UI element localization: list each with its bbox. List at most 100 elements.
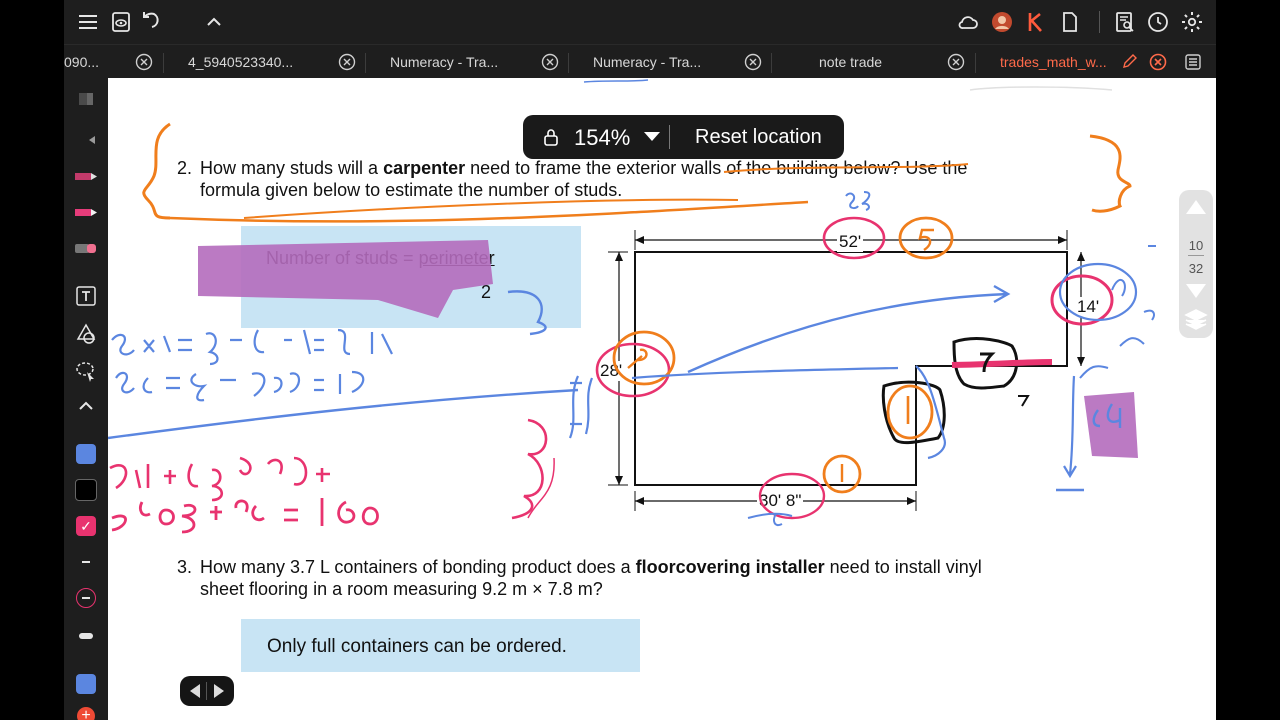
total-pages: 32 [1188,261,1204,276]
close-icon[interactable] [338,53,356,71]
close-icon[interactable] [1149,53,1167,71]
question-3-number: 3. [177,557,193,577]
question-2-line-1: How many studs will a carpenter need to … [200,157,1160,179]
page-down-icon[interactable] [1184,282,1208,300]
formula-text: Number of studs = perimeter [266,248,495,269]
question-3-text-a: How many 3.7 L containers of bonding pro… [200,557,636,577]
gear-icon[interactable] [1180,10,1204,34]
lasso-tool-icon[interactable] [72,358,100,386]
tab-2[interactable]: 4_5940523340... [188,45,293,79]
tab-bar: 090... 4_5940523340... Numeracy - Tra...… [64,44,1216,79]
thick-stroke-icon[interactable] [72,622,100,650]
ink-blue-line [108,388,579,440]
ink-pink-calc-1 [109,456,330,502]
close-icon[interactable] [947,53,965,71]
tab-label: Numeracy - Tra... [593,54,702,70]
medium-stroke-icon[interactable] [72,584,100,612]
tab-divider [771,53,772,73]
question-3-line-1: How many 3.7 L containers of bonding pro… [200,556,1200,578]
color-blue-swatch[interactable] [72,440,100,468]
tab-divider [163,53,164,73]
collapse-chevron-icon[interactable] [202,10,226,34]
tab-4[interactable]: Numeracy - Tra... [593,45,701,79]
close-icon[interactable] [541,53,559,71]
tab-divider [975,53,976,73]
formula-numerator: perimeter [418,248,495,268]
color-pink-swatch-selected[interactable]: ✓ [72,512,100,540]
drawing-toolbar: ✓ + [64,78,108,720]
ink-blue-calc-1 [111,328,393,366]
clock-icon[interactable] [1146,10,1170,34]
edit-pencil-icon[interactable] [1121,52,1139,70]
reading-mode-icon[interactable] [109,10,133,34]
note-box: Only full containers can be ordered. [241,619,640,672]
lock-icon[interactable] [541,127,561,147]
tab-6-active[interactable]: trades_math_w... [1000,45,1107,79]
page-divider [1188,255,1204,256]
handwriting-k-icon[interactable] [1024,10,1048,34]
question-2-bold: carpenter [383,158,466,178]
thin-stroke-icon[interactable] [72,548,100,576]
search-document-icon[interactable] [1113,10,1137,34]
question-3-bold: floorcovering installer [635,557,825,577]
marker-pink-icon[interactable] [72,162,100,190]
eraser-icon[interactable] [72,86,100,114]
formula-box: Number of studs = perimeter 2 [241,226,581,328]
undo-icon[interactable] [140,10,164,34]
tab-3[interactable]: Numeracy - Tra... [390,45,498,79]
close-icon[interactable] [135,53,153,71]
document-page[interactable]: 2. How many studs will a carpenter need … [108,78,1216,720]
dimension-top: 52' [837,232,864,252]
menu-icon[interactable] [76,10,100,34]
ink-blue-calc-2 [115,370,365,402]
toolbar-divider [1099,11,1100,33]
page-navigator[interactable] [180,676,234,706]
question-2-line-2: formula given below to estimate the numb… [200,180,623,200]
previous-page-icon[interactable] [188,682,202,700]
note-text: Only full containers can be ordered. [267,636,567,657]
eraser-pink-icon[interactable] [72,234,100,262]
add-color-icon[interactable]: + [72,702,100,720]
page-up-icon[interactable] [1184,198,1208,216]
pen-tool-icon[interactable] [72,126,100,154]
current-page: 10 [1188,238,1204,253]
tab-label: Numeracy - Tra... [390,54,499,70]
chevron-down-icon[interactable] [644,132,660,141]
tab-divider [568,53,569,73]
highlighter-pink-icon[interactable] [72,198,100,226]
close-icon[interactable] [744,53,762,71]
reset-location-button[interactable]: Reset location [695,126,822,149]
zoom-value[interactable]: 154% [574,125,630,151]
ink-orange-underline [169,200,809,223]
layers-icon[interactable] [1184,308,1208,330]
shapes-tool-icon[interactable] [72,320,100,348]
notes-app: 090... 4_5940523340... Numeracy - Tra...… [64,0,1216,720]
question-2-text-a: How many studs will a [200,158,384,178]
formula-lhs: Number of studs = [266,248,419,268]
question-3-text-b: need to install vinyl [824,557,982,577]
tab-5[interactable]: note trade [819,45,882,79]
formula-denominator: 2 [481,282,492,302]
dimension-bottom: 30' 8" [757,491,804,511]
text-tool-icon[interactable] [72,282,100,310]
page-icon[interactable] [1058,10,1082,34]
color-black-swatch[interactable] [72,476,100,504]
cloud-sync-icon[interactable] [956,10,980,34]
tab-1[interactable]: 090... [64,45,99,79]
next-page-icon[interactable] [212,682,226,700]
tab-list-icon[interactable] [1184,53,1202,71]
color-blue-swatch-2[interactable] [72,670,100,698]
zoom-control[interactable]: 154% Reset location [523,115,844,159]
avatar[interactable] [990,10,1014,34]
dimension-left: 28' [599,361,624,381]
page-scroller[interactable]: 10 32 [1179,190,1213,338]
tab-divider [365,53,366,73]
tab-label: trades_math_w... [1000,54,1107,70]
question-2-number: 2. [177,158,193,178]
pager-divider [206,682,207,700]
dimension-right: 14' [1075,297,1102,317]
ink-pink-calc-2 [111,498,379,534]
chevron-up-icon[interactable] [72,392,100,420]
ink-orange-brace-left [142,122,171,220]
question-2-text-b: need to frame the exterior walls of the … [465,158,968,178]
